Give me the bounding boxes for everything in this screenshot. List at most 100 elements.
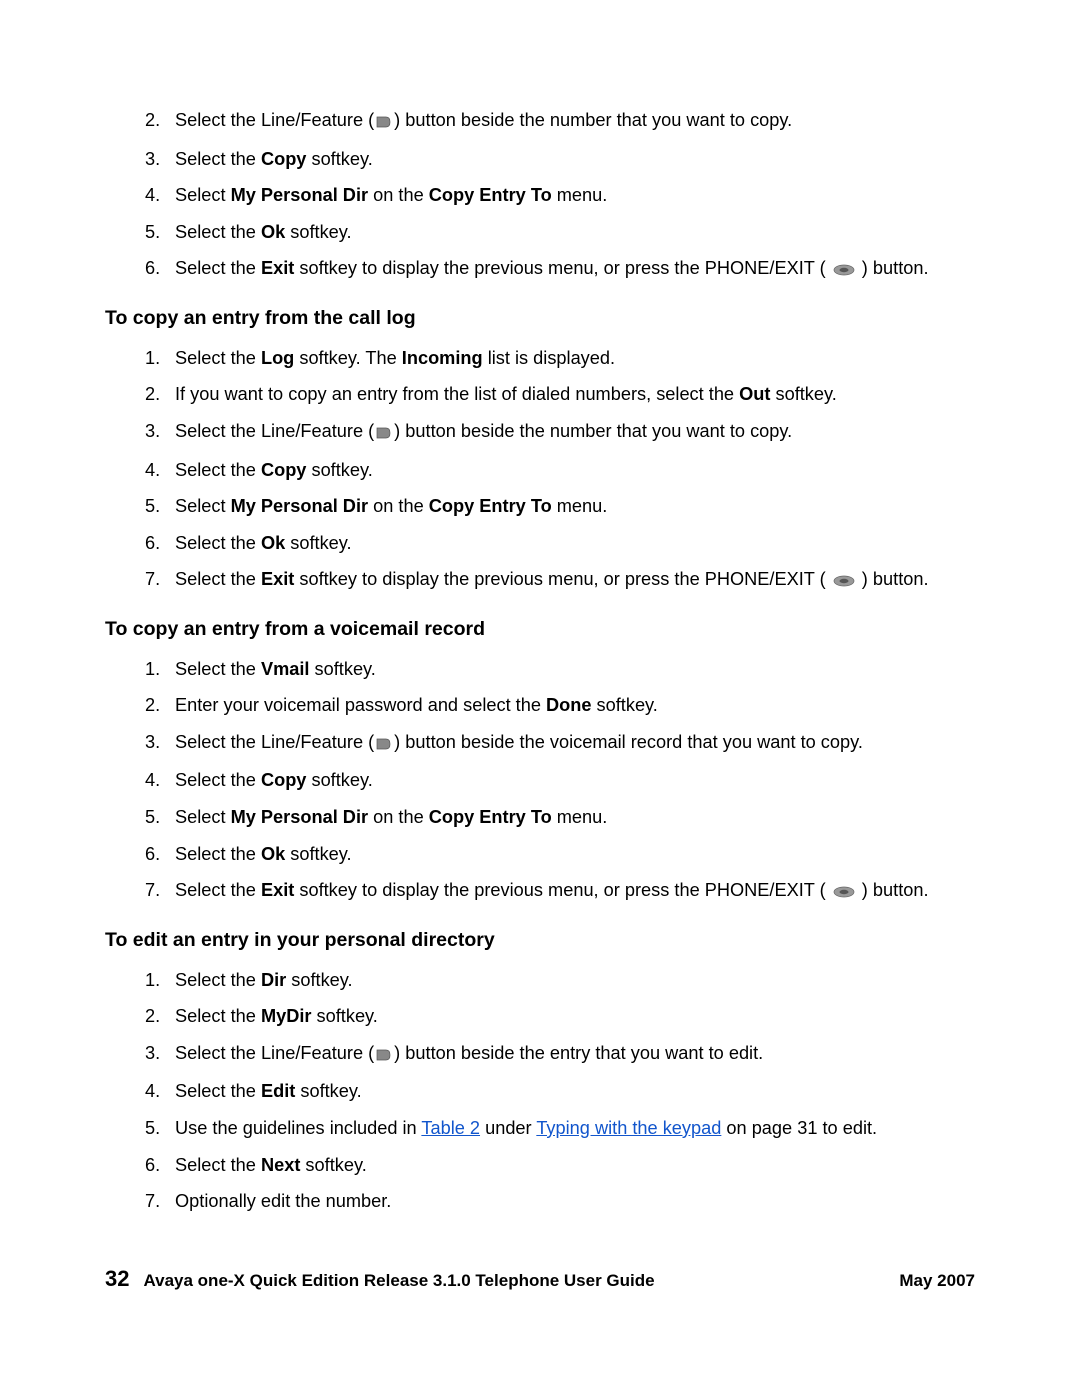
- phone-exit-icon: [833, 258, 855, 283]
- step-number: 6.: [145, 531, 160, 556]
- line-feature-icon: [376, 110, 392, 135]
- step-number: 3.: [145, 147, 160, 172]
- subheading-edit-entry: To edit an entry in your personal direct…: [105, 929, 975, 952]
- list-item: 7. Select the Exit softkey to display the…: [145, 878, 975, 905]
- step-text: If you want to copy an entry from the li…: [175, 384, 837, 404]
- step-text: Select the Next softkey.: [175, 1155, 367, 1175]
- subheading-voicemail: To copy an entry from a voicemail record: [105, 618, 975, 641]
- list-item: 1. Select the Log softkey. The Incoming l…: [145, 346, 975, 371]
- step-text: Select the Ok softkey.: [175, 222, 352, 242]
- cross-reference-link[interactable]: Typing with the keypad: [536, 1118, 721, 1138]
- step-number: 5.: [145, 494, 160, 519]
- step-number: 4.: [145, 768, 160, 793]
- step-number: 4.: [145, 1079, 160, 1104]
- cross-reference-link[interactable]: Table 2: [421, 1118, 480, 1138]
- step-text: Select the Exit softkey to display the p…: [175, 258, 929, 278]
- steps-list-call-log: 1. Select the Log softkey. The Incoming l…: [105, 346, 975, 594]
- list-item: 2. Enter your voicemail password and sele…: [145, 693, 975, 718]
- list-item: 7. Optionally edit the number.: [145, 1189, 975, 1214]
- step-text: Select the Copy softkey.: [175, 149, 373, 169]
- step-number: 1.: [145, 346, 160, 371]
- step-number: 5.: [145, 805, 160, 830]
- footer-title: Avaya one-X Quick Edition Release 3.1.0 …: [143, 1271, 654, 1291]
- steps-list-edit-entry: 1. Select the Dir softkey. 2. Select the My…: [105, 968, 975, 1214]
- step-number: 3.: [145, 730, 160, 755]
- line-feature-icon: [376, 1043, 392, 1068]
- step-number: 2.: [145, 1004, 160, 1029]
- step-text: Select the Line/Feature () button beside…: [175, 110, 792, 130]
- step-number: 4.: [145, 183, 160, 208]
- phone-exit-icon: [833, 880, 855, 905]
- line-feature-icon: [376, 732, 392, 757]
- step-number: 2.: [145, 693, 160, 718]
- phone-exit-icon: [833, 569, 855, 594]
- step-text: Select the Exit softkey to display the p…: [175, 880, 929, 900]
- list-item: 3. Select the Line/Feature () button besi…: [145, 1041, 975, 1068]
- step-number: 1.: [145, 657, 160, 682]
- list-item: 5. Use the guidelines included in Table 2…: [145, 1116, 975, 1141]
- list-item: 5. Select My Personal Dir on the Copy Ent…: [145, 805, 975, 830]
- line-feature-icon: [376, 421, 392, 446]
- list-item: 4. Select the Edit softkey.: [145, 1079, 975, 1104]
- step-number: 5.: [145, 220, 160, 245]
- step-text: Select the Vmail softkey.: [175, 659, 376, 679]
- list-item: 6. Select the Ok softkey.: [145, 842, 975, 867]
- page-content: 2. Select the Line/Feature () button besi…: [105, 108, 975, 1214]
- list-item: 3. Select the Copy softkey.: [145, 147, 975, 172]
- step-number: 3.: [145, 1041, 160, 1066]
- list-item: 2. Select the Line/Feature () button besi…: [145, 108, 975, 135]
- step-text: Select My Personal Dir on the Copy Entry…: [175, 496, 607, 516]
- subheading-call-log: To copy an entry from the call log: [105, 307, 975, 330]
- list-item: 4. Select the Copy softkey.: [145, 768, 975, 793]
- step-text: Use the guidelines included in Table 2 u…: [175, 1118, 877, 1138]
- step-text: Select the Edit softkey.: [175, 1081, 362, 1101]
- step-text: Select the Dir softkey.: [175, 970, 353, 990]
- step-number: 6.: [145, 256, 160, 281]
- document-page: 2. Select the Line/Feature () button besi…: [0, 0, 1080, 1397]
- step-text: Select the Line/Feature () button beside…: [175, 421, 792, 441]
- step-text: Select My Personal Dir on the Copy Entry…: [175, 185, 607, 205]
- step-number: 7.: [145, 1189, 160, 1214]
- step-number: 7.: [145, 878, 160, 903]
- step-text: Select the MyDir softkey.: [175, 1006, 378, 1026]
- list-item: 1. Select the Dir softkey.: [145, 968, 975, 993]
- step-number: 4.: [145, 458, 160, 483]
- list-item: 5. Select the Ok softkey.: [145, 220, 975, 245]
- step-text: Enter your voicemail password and select…: [175, 695, 658, 715]
- step-text: Select the Line/Feature () button beside…: [175, 732, 863, 752]
- step-number: 2.: [145, 382, 160, 407]
- list-item: 2. If you want to copy an entry from the …: [145, 382, 975, 407]
- page-footer: 32 Avaya one-X Quick Edition Release 3.1…: [0, 1266, 1080, 1292]
- step-number: 2.: [145, 108, 160, 133]
- list-item: 3. Select the Line/Feature () button besi…: [145, 419, 975, 446]
- step-text: Select the Copy softkey.: [175, 770, 373, 790]
- step-number: 6.: [145, 1153, 160, 1178]
- steps-list-voicemail: 1. Select the Vmail softkey. 2. Enter your …: [105, 657, 975, 905]
- page-number: 32: [105, 1266, 129, 1292]
- list-item: 6. Select the Next softkey.: [145, 1153, 975, 1178]
- step-text: Select the Ok softkey.: [175, 844, 352, 864]
- list-item: 6. Select the Ok softkey.: [145, 531, 975, 556]
- list-item: 3. Select the Line/Feature () button besi…: [145, 730, 975, 757]
- step-text: Select the Ok softkey.: [175, 533, 352, 553]
- step-number: 7.: [145, 567, 160, 592]
- step-number: 1.: [145, 968, 160, 993]
- step-text: Select the Copy softkey.: [175, 460, 373, 480]
- step-text: Select the Exit softkey to display the p…: [175, 569, 929, 589]
- step-text: Select the Line/Feature () button beside…: [175, 1043, 763, 1063]
- step-text: Optionally edit the number.: [175, 1191, 391, 1211]
- footer-date: May 2007: [899, 1271, 975, 1291]
- list-item: 4. Select My Personal Dir on the Copy Ent…: [145, 183, 975, 208]
- steps-list-continued: 2. Select the Line/Feature () button besi…: [105, 108, 975, 283]
- step-number: 3.: [145, 419, 160, 444]
- step-text: Select the Log softkey. The Incoming lis…: [175, 348, 615, 368]
- list-item: 2. Select the MyDir softkey.: [145, 1004, 975, 1029]
- list-item: 5. Select My Personal Dir on the Copy Ent…: [145, 494, 975, 519]
- list-item: 7. Select the Exit softkey to display the…: [145, 567, 975, 594]
- list-item: 6. Select the Exit softkey to display the…: [145, 256, 975, 283]
- step-number: 5.: [145, 1116, 160, 1141]
- step-number: 6.: [145, 842, 160, 867]
- list-item: 4. Select the Copy softkey.: [145, 458, 975, 483]
- step-text: Select My Personal Dir on the Copy Entry…: [175, 807, 607, 827]
- list-item: 1. Select the Vmail softkey.: [145, 657, 975, 682]
